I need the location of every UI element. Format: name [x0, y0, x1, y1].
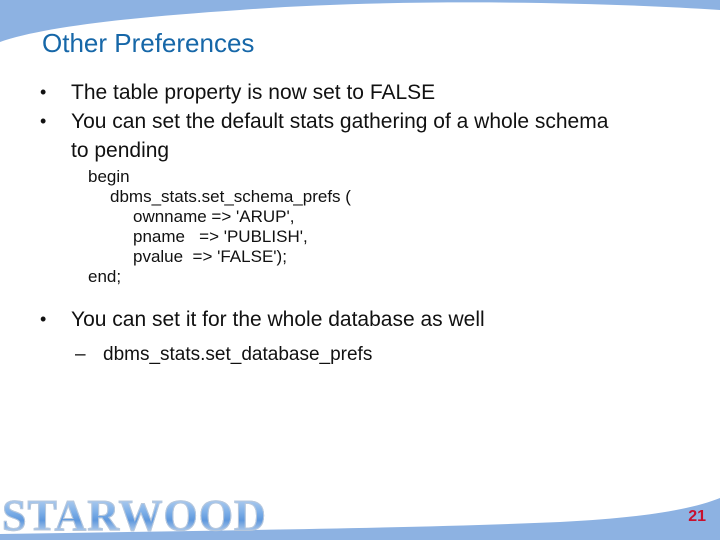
sub-bullet-item: – dbms_stats.set_database_prefs [0, 342, 720, 368]
code-block: begin dbms_stats.set_schema_prefs ( ownn… [0, 167, 720, 287]
sub-bullet-text: dbms_stats.set_database_prefs [103, 344, 373, 365]
code-line: pvalue => 'FALSE'); [133, 247, 287, 266]
code-line: pname => 'PUBLISH', [133, 227, 308, 246]
code-line: end; [88, 267, 122, 286]
bullet-icon: • [40, 309, 47, 329]
slide-body: • The table property is now set to FALSE… [0, 78, 720, 368]
bullet-icon: • [40, 111, 47, 131]
slide-title: Other Preferences [42, 28, 255, 58]
bullet-text: You can set it for the whole database as… [71, 308, 485, 331]
dash-icon: – [75, 344, 86, 365]
bullet-text: You can set the default stats gathering … [71, 110, 609, 162]
bullet-item: • You can set it for the whole database … [0, 305, 631, 334]
bullet-text: The table property is now set to FALSE [71, 81, 436, 104]
code-line: dbms_stats.set_schema_prefs ( [110, 187, 351, 206]
bullet-icon: • [40, 82, 47, 102]
starwood-logo: STARWOOD [2, 491, 267, 540]
bullet-item: • The table property is now set to FALSE [0, 78, 631, 107]
code-line: ownname => 'ARUP', [133, 207, 295, 226]
code-line: begin [88, 167, 130, 186]
bullet-item: • You can set the default stats gatherin… [0, 107, 631, 165]
page-number: 21 [688, 508, 706, 525]
